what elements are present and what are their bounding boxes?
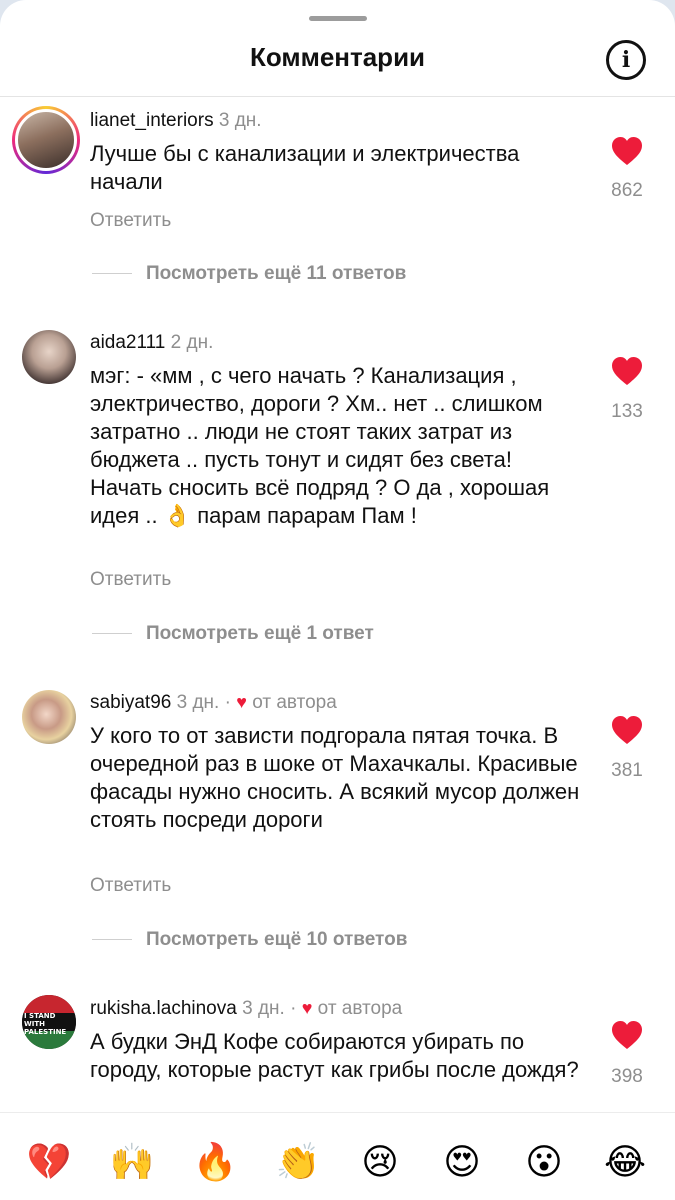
comment-meta: rukisha.lachinova 3 дн. · ♥ от автора: [90, 998, 403, 1019]
heart-icon[interactable]: [611, 1020, 643, 1050]
comment-meta: sabiyat96 3 дн. · ♥ от автора: [90, 692, 337, 713]
heart-eyes-emoji[interactable]: 😍: [435, 1141, 489, 1185]
comment-text: А будки ЭнД Кофе собираются убирать по г…: [90, 1029, 579, 1082]
comments-sheet: Комментарии i lianet_interiors 3 дн. Луч…: [0, 0, 675, 1200]
heart-icon[interactable]: [611, 356, 643, 386]
comment-meta: lianet_interiors 3 дн.: [90, 110, 262, 132]
laughing-face-emoji[interactable]: 😂: [598, 1141, 652, 1185]
reply-button[interactable]: Ответить: [90, 210, 171, 232]
reply-button[interactable]: Ответить: [90, 569, 171, 591]
sheet-grabber[interactable]: [309, 16, 367, 21]
timestamp: 3 дн.: [176, 692, 220, 713]
username[interactable]: sabiyat96: [90, 692, 171, 713]
avatar[interactable]: I STAND WITH PALESTINE: [22, 995, 76, 1049]
like-count: 133: [611, 401, 643, 422]
divider-line: [92, 633, 132, 634]
fire-emoji[interactable]: 🔥: [188, 1141, 242, 1185]
author-heart-icon: ♥: [301, 998, 313, 1018]
surprised-face-emoji[interactable]: 😮: [517, 1141, 571, 1185]
comment-text: Лучше бы с канализации и электричества н…: [90, 141, 520, 194]
like-count: 381: [611, 760, 643, 781]
header-divider: [0, 96, 675, 97]
avatar[interactable]: [22, 690, 76, 744]
avatar[interactable]: [22, 330, 76, 384]
view-replies-button[interactable]: Посмотреть ещё 10 ответов: [146, 929, 407, 951]
timestamp: 3 дн.: [218, 110, 262, 131]
emoji-reaction-bar: 💔 🙌 🔥 👏 😢 😍 😮 😂: [0, 1112, 675, 1200]
username[interactable]: aida2111: [90, 332, 165, 353]
timestamp: 2 дн.: [170, 332, 214, 353]
raised-hands-emoji[interactable]: 🙌: [105, 1141, 159, 1185]
username[interactable]: rukisha.lachinova: [90, 998, 237, 1019]
author-heart-icon: ♥: [236, 692, 247, 712]
view-replies-button[interactable]: Посмотреть ещё 11 ответов: [146, 263, 406, 285]
divider-line: [92, 273, 132, 274]
timestamp: 3 дн.: [242, 998, 285, 1019]
author-liked-label: от автора: [317, 998, 403, 1019]
page-title: Комментарии: [249, 42, 426, 72]
heart-icon[interactable]: [611, 136, 643, 166]
like-count: 398: [611, 1066, 643, 1087]
avatar-text: I STAND WITH PALESTINE: [24, 1012, 67, 1036]
avatar[interactable]: [12, 106, 80, 174]
comment-text: мэг: - «мм , с чего начать ? Канализация…: [90, 363, 550, 528]
heart-icon[interactable]: [611, 715, 643, 745]
like-count: 862: [611, 180, 643, 201]
divider-line: [92, 939, 132, 940]
clapping-hands-emoji[interactable]: 👏: [271, 1141, 325, 1185]
info-icon[interactable]: i: [606, 40, 646, 80]
comment-meta: aida2111 2 дн.: [90, 332, 213, 354]
author-liked-label: от автора: [252, 692, 337, 713]
comment-text: У кого то от зависти подгорала пятая точ…: [90, 723, 580, 832]
view-replies-button[interactable]: Посмотреть ещё 1 ответ: [146, 623, 374, 645]
broken-heart-emoji[interactable]: 💔: [22, 1141, 76, 1185]
reply-button[interactable]: Ответить: [90, 875, 171, 897]
username[interactable]: lianet_interiors: [90, 110, 214, 131]
crying-face-emoji[interactable]: 😢: [353, 1141, 407, 1185]
